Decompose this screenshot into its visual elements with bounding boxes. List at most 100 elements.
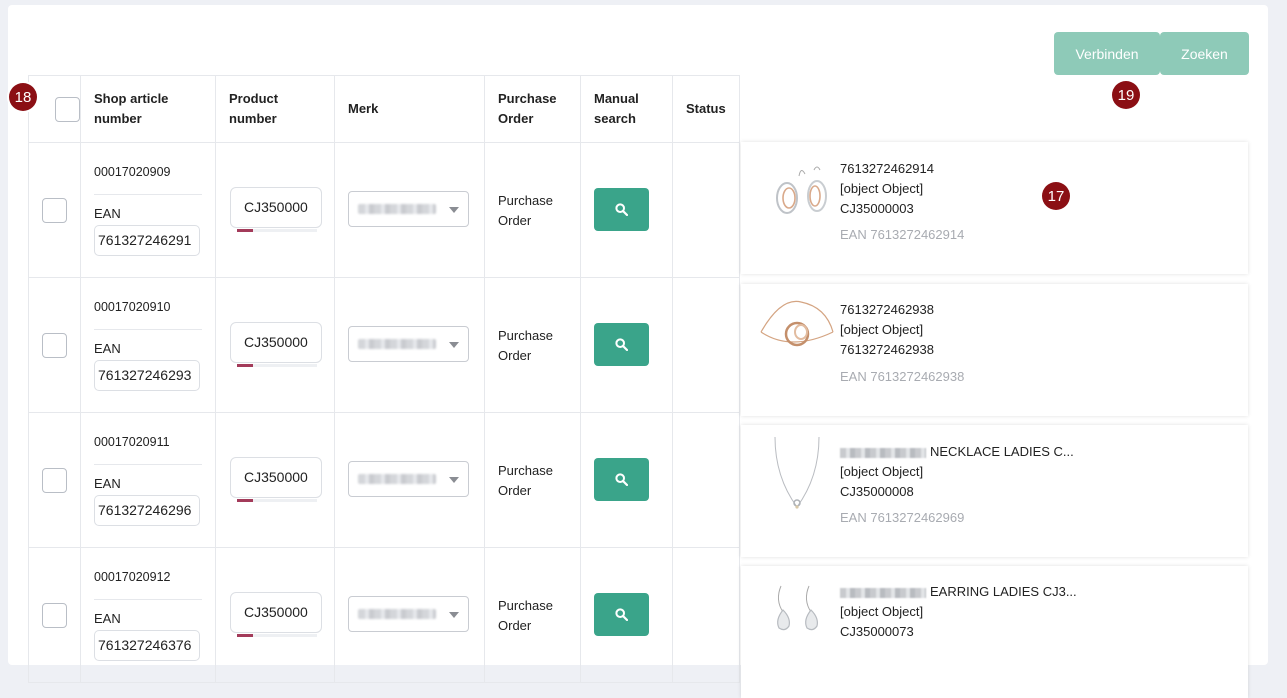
divider: [94, 329, 202, 330]
table-row: 00017020912 EAN 761327246376 CJ350000 Pu…: [28, 547, 740, 683]
result-line1: 7613272462914: [840, 161, 934, 176]
result-line2: [object Object]: [840, 604, 924, 619]
select-all-checkbox[interactable]: [55, 96, 80, 122]
row-checkbox[interactable]: [42, 602, 67, 628]
col-brand: Merk: [334, 75, 485, 143]
result-line1: EARRING LADIES CJ3...: [840, 584, 1077, 599]
shop-article-number: 00017020909: [94, 165, 171, 179]
chevron-down-icon: [449, 612, 459, 618]
result-line1: NECKLACE LADIES C...: [840, 444, 1074, 459]
select-all-header: [28, 75, 81, 143]
col-purchase-order: Purchase Order: [484, 75, 581, 143]
result-card[interactable]: 7613272462938 [object Object] 7613272462…: [741, 284, 1248, 416]
result-line3: CJ35000003: [840, 201, 914, 216]
divider: [94, 464, 202, 465]
row-checkbox[interactable]: [42, 332, 67, 358]
result-line2: [object Object]: [840, 181, 924, 196]
annotation-badge-results: 17: [1042, 182, 1070, 210]
chevron-down-icon: [449, 342, 459, 348]
product-progress-bar: [237, 229, 317, 232]
search-icon: [615, 203, 628, 216]
divider: [94, 194, 202, 195]
result-card[interactable]: EARRING LADIES CJ3... [object Object] CJ…: [741, 566, 1248, 698]
ean-input[interactable]: 761327246376: [94, 630, 200, 661]
annotation-badge-table: 18: [9, 83, 37, 111]
product-number-input[interactable]: CJ350000: [230, 457, 322, 498]
necklace-icon: [774, 436, 820, 509]
connect-button[interactable]: Verbinden: [1054, 32, 1160, 75]
ean-input[interactable]: 761327246293: [94, 360, 200, 391]
product-progress-bar: [237, 634, 317, 637]
ean-label: EAN: [94, 476, 121, 491]
result-card[interactable]: 7613272462914 [object Object] CJ35000003…: [741, 142, 1248, 274]
ean-label: EAN: [94, 341, 121, 356]
chevron-down-icon: [449, 207, 459, 213]
product-progress-bar: [237, 499, 317, 502]
name-redacted: [840, 447, 926, 458]
brand-value-redacted: [358, 609, 436, 619]
status-cell: [672, 547, 740, 683]
col-shop-article-number: Shop article number: [80, 75, 216, 143]
result-line2: [object Object]: [840, 322, 924, 337]
manual-search-button[interactable]: [594, 188, 649, 231]
shop-article-number: 00017020912: [94, 570, 171, 584]
result-line1: 7613272462938: [840, 302, 934, 317]
manual-search-button[interactable]: [594, 593, 649, 636]
manual-search-button[interactable]: [594, 458, 649, 501]
status-cell: [672, 412, 740, 548]
name-redacted: [840, 587, 926, 598]
col-manual-search: Manual search: [580, 75, 673, 143]
shop-article-number: 00017020910: [94, 300, 171, 314]
result-line3: CJ35000073: [840, 624, 914, 639]
ean-input[interactable]: 761327246291: [94, 225, 200, 256]
divider: [94, 599, 202, 600]
row-checkbox[interactable]: [42, 467, 67, 493]
search-icon: [615, 608, 628, 621]
articles-table: Shop article number Product number Merk Pu…: [28, 75, 740, 683]
chevron-down-icon: [449, 477, 459, 483]
col-product-number: Product number: [215, 75, 335, 143]
purchase-order-text: Purchase Order: [498, 463, 553, 498]
table-row: 00017020911 EAN 761327246296 CJ350000 Pu…: [28, 412, 740, 548]
search-icon: [615, 338, 628, 351]
result-line2: [object Object]: [840, 464, 924, 479]
result-ean: EAN 7613272462914: [840, 227, 965, 242]
brand-select[interactable]: [348, 326, 469, 362]
annotation-badge-buttons: 19: [1112, 81, 1140, 109]
purchase-order-text: Purchase Order: [498, 193, 553, 228]
drop-earrings-icon: [777, 585, 818, 631]
brand-select[interactable]: [348, 191, 469, 227]
status-cell: [672, 142, 740, 278]
result-line3: CJ35000008: [840, 484, 914, 499]
purchase-order-text: Purchase Order: [498, 598, 553, 633]
ean-label: EAN: [94, 206, 121, 221]
table-row: 00017020910 EAN 761327246293 CJ350000 Pu…: [28, 277, 740, 413]
result-ean: EAN 7613272462969: [840, 510, 965, 525]
result-ean: EAN 7613272462938: [840, 369, 965, 384]
brand-value-redacted: [358, 339, 436, 349]
earrings-icon: [776, 166, 827, 214]
ean-label: EAN: [94, 611, 121, 626]
shop-article-number: 00017020911: [94, 435, 170, 449]
brand-value-redacted: [358, 204, 436, 214]
product-number-input[interactable]: CJ350000: [230, 187, 322, 228]
bracelet-icon: [760, 300, 834, 347]
ean-input[interactable]: 761327246296: [94, 495, 200, 526]
brand-value-redacted: [358, 474, 436, 484]
row-checkbox[interactable]: [42, 197, 67, 223]
result-line3: 7613272462938: [840, 342, 934, 357]
product-number-input[interactable]: CJ350000: [230, 322, 322, 363]
brand-select[interactable]: [348, 596, 469, 632]
col-status: Status: [672, 75, 740, 143]
brand-select[interactable]: [348, 461, 469, 497]
result-card[interactable]: NECKLACE LADIES C... [object Object] CJ3…: [741, 425, 1248, 557]
purchase-order-text: Purchase Order: [498, 328, 553, 363]
status-cell: [672, 277, 740, 413]
table-header-row: Shop article number Product number Merk Pu…: [28, 75, 740, 143]
manual-search-button[interactable]: [594, 323, 649, 366]
product-progress-bar: [237, 364, 317, 367]
product-number-input[interactable]: CJ350000: [230, 592, 322, 633]
table-row: 00017020909 EAN 761327246291 CJ350000 Pu…: [28, 142, 740, 278]
search-button[interactable]: Zoeken: [1160, 32, 1249, 75]
search-icon: [615, 473, 628, 486]
